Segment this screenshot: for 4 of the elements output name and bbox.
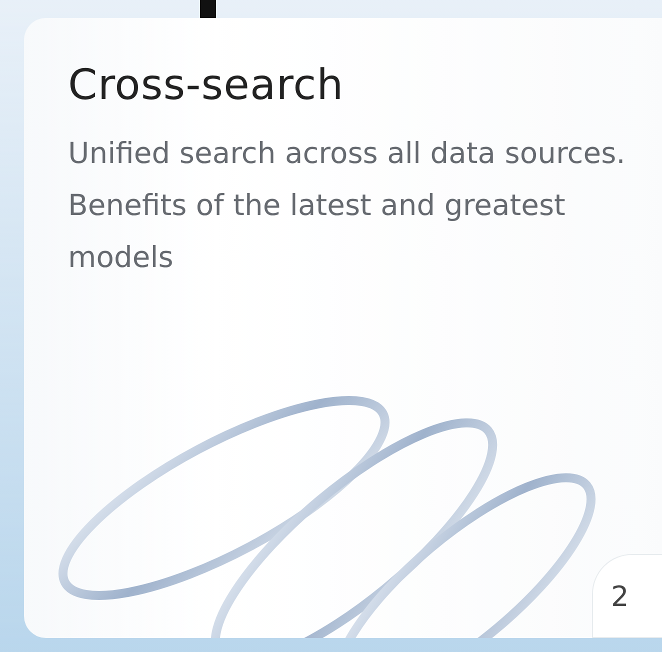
page-number: 2 xyxy=(592,554,662,638)
card-description: Unified search across all data sources. Benefits of the latest and greatest models xyxy=(68,135,626,276)
post-shape xyxy=(200,0,216,18)
card-title: Cross-search xyxy=(68,60,345,109)
